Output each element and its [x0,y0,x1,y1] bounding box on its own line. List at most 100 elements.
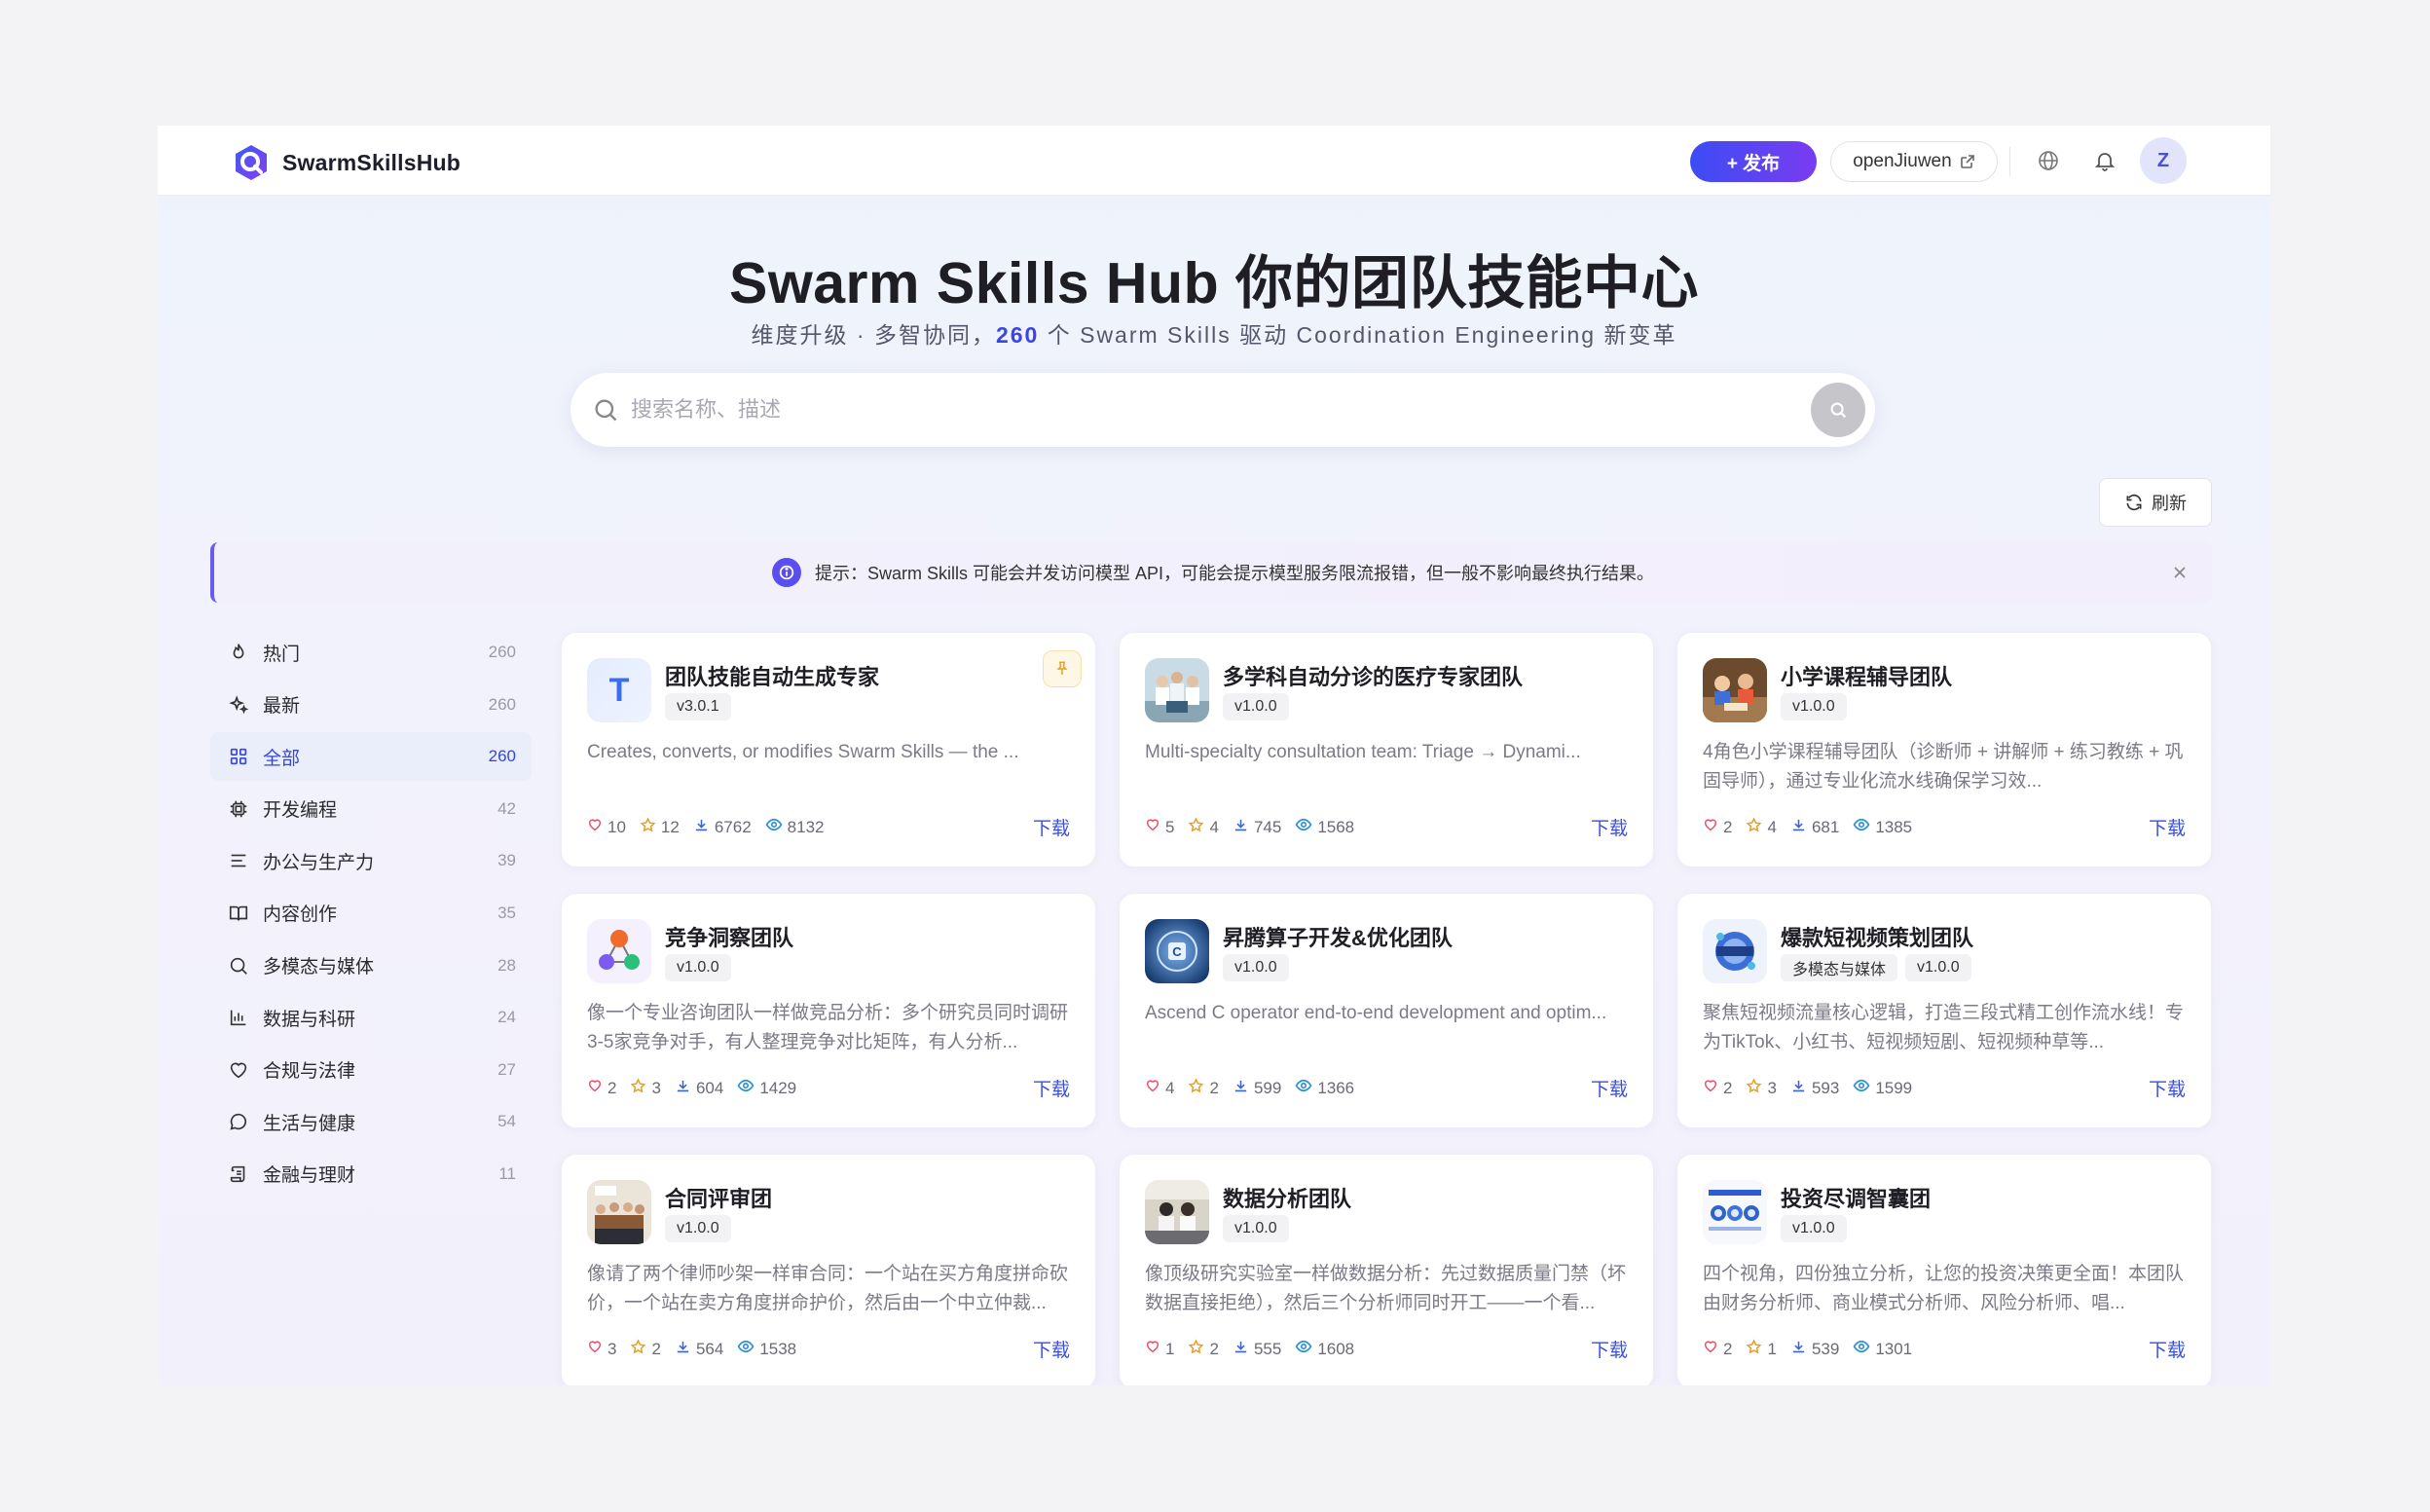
stars-stat[interactable]: 3 [1746,1077,1777,1099]
likes-stat[interactable]: 10 [587,817,626,837]
download-link[interactable]: 下载 [1033,1075,1070,1101]
search-submit-button[interactable] [1811,383,1865,437]
version-tag: v1.0.0 [1223,693,1289,720]
skill-title[interactable]: 投资尽调智囊团 [1781,1182,1931,1213]
skill-card[interactable]: 小学课程辅导团队 v1.0.0 4角色小学课程辅导团队（诊断师 + 讲解师 + 练习… [1676,632,2212,867]
download-link[interactable]: 下载 [1033,814,1070,840]
download-icon [1790,817,1807,838]
sidebar-item-6[interactable]: 多模态与媒体 28 [210,941,532,990]
skill-title[interactable]: 昇腾算子开发&优化团队 [1223,921,1453,952]
sidebar-item-5[interactable]: 内容创作 35 [210,889,532,938]
likes-stat[interactable]: 2 [1703,1078,1732,1098]
star-icon [630,1077,646,1099]
skill-card[interactable]: C 昇腾算子开发&优化团队 v1.0.0 Ascend C operator end-… [1119,893,1654,1128]
heart-icon [1703,1339,1718,1359]
skill-card[interactable]: 多学科自动分诊的医疗专家团队 v1.0.0 Multi-specialty cons… [1119,632,1654,867]
stars-stat[interactable]: 4 [1746,816,1777,838]
stars-stat[interactable]: 12 [640,816,680,838]
sidebar-item-0[interactable]: 热门 260 [210,628,532,677]
sidebar-item-1[interactable]: 最新 260 [210,681,532,729]
download-link[interactable]: 下载 [1591,1075,1628,1101]
openjiuwen-link[interactable]: openJiuwen [1830,141,1998,182]
likes-stat[interactable]: 4 [1145,1078,1174,1098]
likes-stat[interactable]: 2 [587,1078,616,1098]
search-icon [226,953,251,978]
info-icon [771,558,801,587]
skill-title[interactable]: 多学科自动分诊的医疗专家团队 [1223,660,1523,691]
publish-button[interactable]: + 发布 [1690,141,1817,182]
stars-stat[interactable]: 2 [1188,1338,1219,1360]
skill-tags: 多模态与媒体 v1.0.0 [1781,954,1971,981]
sidebar-item-count: 39 [497,851,516,870]
likes-stat[interactable]: 2 [1703,1339,1732,1359]
skill-thumbnail [1145,1180,1209,1244]
openjiuwen-label: openJiuwen [1853,151,1952,171]
sidebar-item-9[interactable]: 生活与健康 54 [210,1097,532,1146]
skill-title[interactable]: 爆款短视频策划团队 [1781,921,1973,952]
skill-title[interactable]: 团队技能自动生成专家 [665,660,879,691]
downloads-stat: 593 [1790,1078,1839,1099]
stars-stat[interactable]: 1 [1746,1338,1777,1360]
skill-card[interactable]: 竞争洞察团队 v1.0.0 像一个专业咨询团队一样做竞品分析：多个研究员同时调研3-… [561,893,1096,1128]
skill-card[interactable]: 爆款短视频策划团队 多模态与媒体 v1.0.0 聚焦短视频流量核心逻辑，打造三段式精工… [1676,893,2212,1128]
skill-card[interactable]: 投资尽调智囊团 v1.0.0 四个视角，四份独立分析，让您的投资决策更全面！本团队由… [1676,1154,2212,1385]
stars-stat[interactable]: 4 [1188,816,1219,838]
skill-stats: 2 4 681 1385 [1703,816,1912,838]
skills-count: 260 [995,322,1040,348]
stars-stat[interactable]: 2 [630,1338,661,1360]
notification-bell-icon[interactable] [2091,147,2118,174]
sidebar-item-3[interactable]: 开发编程 42 [210,785,532,833]
likes-stat[interactable]: 2 [1703,817,1732,837]
skill-tags: v1.0.0 [1223,693,1289,720]
download-link[interactable]: 下载 [2149,1075,2186,1101]
views-count: 1568 [1317,817,1355,836]
skill-stats: 2 1 539 1301 [1703,1338,1912,1360]
likes-stat[interactable]: 1 [1145,1339,1174,1359]
user-avatar[interactable]: Z [2140,137,2187,184]
star-icon [630,1338,646,1360]
download-link[interactable]: 下载 [1591,814,1628,840]
skill-description: 四个视角，四份独立分析，让您的投资决策更全面！本团队由财务分析师、商业模式分析师… [1703,1264,2185,1313]
downloads-count: 593 [1811,1078,1840,1097]
pin-icon[interactable] [1043,650,1082,687]
views-stat: 8132 [765,816,825,838]
download-link[interactable]: 下载 [1591,1336,1628,1362]
sidebar-item-count: 24 [497,1008,516,1027]
heart-icon [1703,817,1718,837]
language-globe-icon[interactable] [2035,147,2062,174]
hero-subtitle-prefix: 维度升级 · 多智协同， [751,322,996,348]
hero-subtitle-suffix: 个 Swarm Skills 驱动 Coordination Engineeri… [1039,322,1677,348]
stars-stat[interactable]: 3 [630,1077,661,1099]
likes-stat[interactable]: 3 [587,1339,616,1359]
sidebar-item-10[interactable]: 金融与理财 11 [210,1150,532,1199]
skill-card[interactable]: T 团队技能自动生成专家 v3.0.1 Creates, converts, or m… [561,632,1096,867]
download-link[interactable]: 下载 [2149,814,2186,840]
sidebar-item-7[interactable]: 数据与科研 24 [210,993,532,1042]
views-count: 1538 [759,1339,797,1358]
chat-bubble-icon [226,1109,251,1134]
likes-stat[interactable]: 5 [1145,817,1174,837]
skill-card[interactable]: 数据分析团队 v1.0.0 像顶级研究实验室一样做数据分析：先过数据质量门禁（坏数据… [1119,1154,1654,1385]
search-input[interactable] [631,390,1780,429]
close-icon[interactable] [2169,562,2191,583]
star-icon [1188,816,1204,838]
skill-card[interactable]: 合同评审团 v1.0.0 像请了两个律师吵架一样审合同：一个站在买方角度拼命砍价，一… [561,1154,1096,1385]
skill-title[interactable]: 合同评审团 [665,1182,772,1213]
refresh-button[interactable]: 刷新 [2099,478,2212,527]
bar-chart-icon [226,1005,251,1030]
sidebar-item-4[interactable]: 办公与生产力 39 [210,836,532,885]
sidebar-item-8[interactable]: 合规与法律 27 [210,1046,532,1094]
sidebar-item-count: 35 [497,903,516,922]
download-link[interactable]: 下载 [2149,1336,2186,1362]
skill-title[interactable]: 数据分析团队 [1223,1182,1351,1213]
sidebar-item-2[interactable]: 全部 260 [210,732,532,782]
skill-title[interactable]: 竞争洞察团队 [665,921,793,952]
skill-tags: v1.0.0 [1223,954,1289,981]
skill-title[interactable]: 小学课程辅导团队 [1781,660,1952,691]
skill-thumbnail: C [1145,919,1209,983]
skill-tags: v1.0.0 [1223,1215,1289,1242]
likes-count: 2 [1723,1078,1733,1097]
download-link[interactable]: 下载 [1033,1336,1070,1362]
logo[interactable]: SwarmSkillsHub [230,141,460,184]
stars-stat[interactable]: 2 [1188,1077,1219,1099]
